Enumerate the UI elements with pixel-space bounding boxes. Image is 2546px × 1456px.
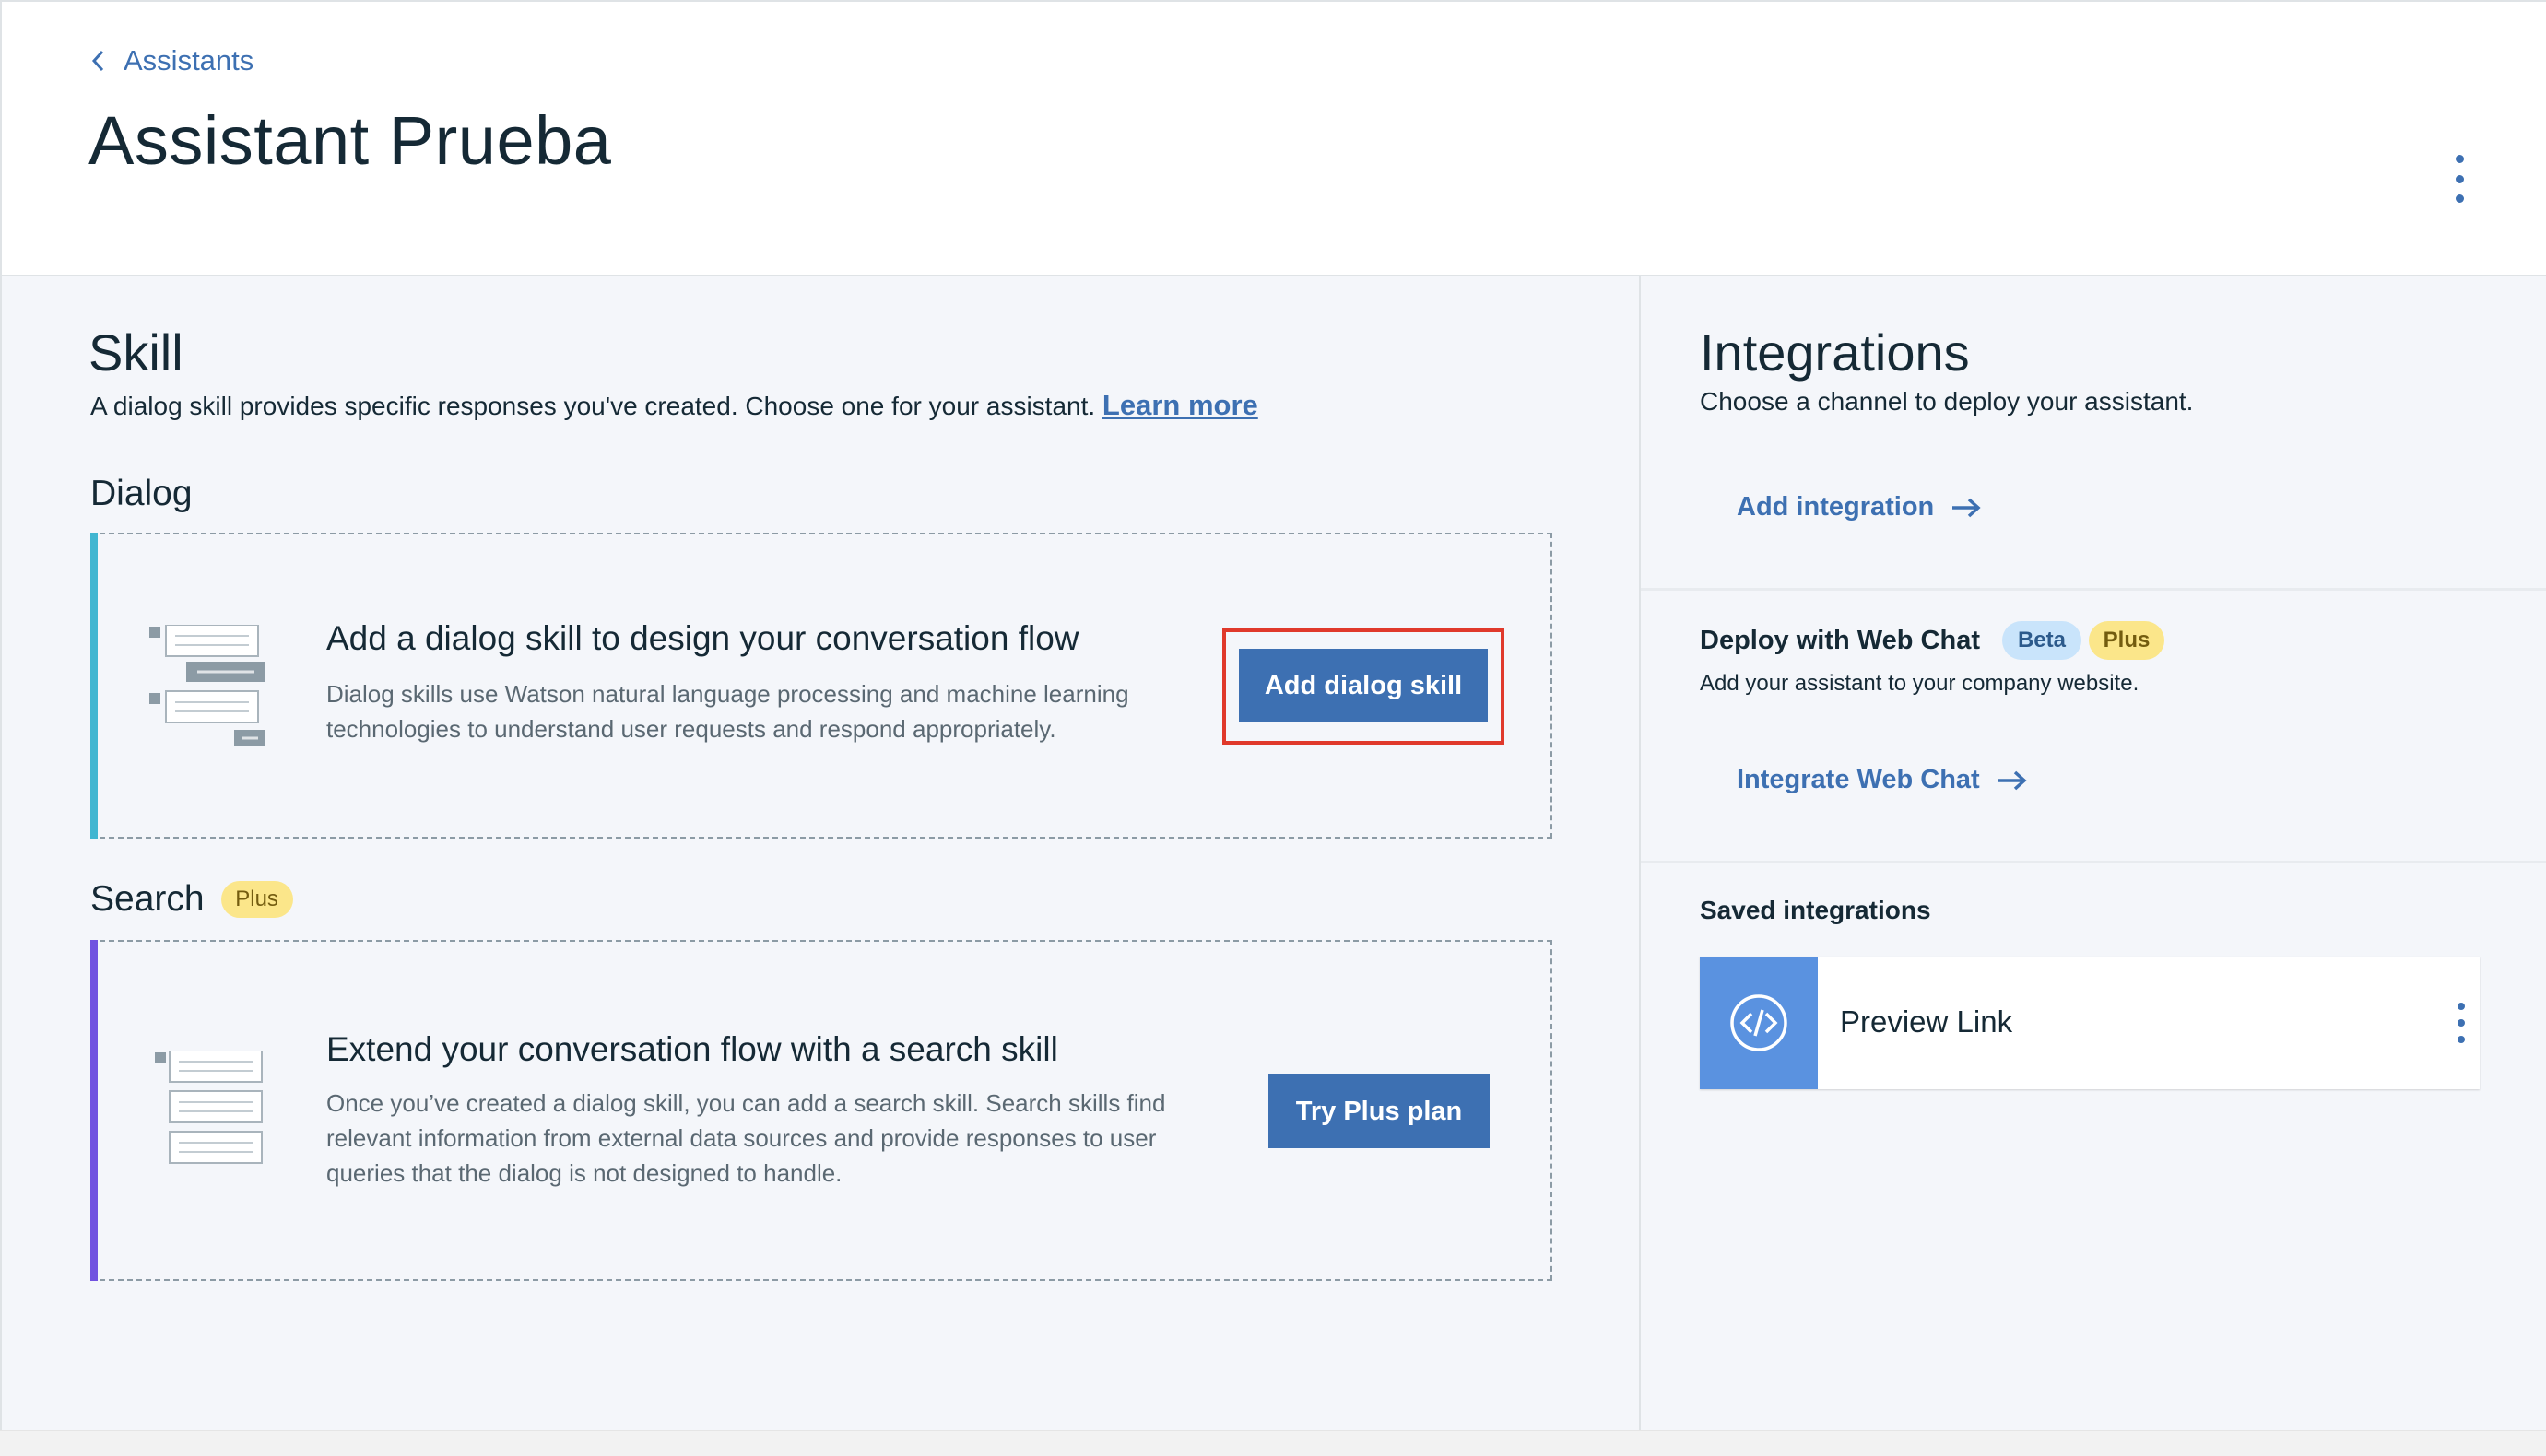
try-plus-plan-button[interactable]: Try Plus plan — [1268, 1074, 1490, 1148]
search-card-text: Once you’ve created a dialog skill, you … — [326, 1089, 1166, 1187]
divider — [1641, 861, 2546, 863]
integrations-panel: Integrations Choose a channel to deploy … — [1639, 276, 2546, 1430]
saved-integration-card[interactable]: Preview Link — [1700, 957, 2480, 1089]
overflow-menu-icon[interactable] — [2448, 155, 2470, 203]
breadcrumb-label: Assistants — [124, 44, 254, 76]
dialog-flow-icon — [149, 625, 265, 746]
code-icon — [1730, 994, 1787, 1051]
preview-link-icon-box — [1700, 957, 1818, 1089]
dialog-accent-bar — [90, 533, 98, 839]
saved-integration-name: Preview Link — [1840, 1004, 2013, 1039]
dialog-skill-card: Add a dialog skill to design your conver… — [90, 533, 1552, 839]
dialog-section-label: Dialog — [90, 474, 193, 513]
integrate-web-chat-link[interactable]: Integrate Web Chat — [1737, 765, 2028, 795]
web-chat-description: Add your assistant to your company websi… — [1700, 671, 2139, 696]
overflow-menu-icon[interactable] — [2452, 1003, 2470, 1043]
arrow-right-icon — [1998, 770, 2027, 790]
skill-description-text: A dialog skill provides specific respons… — [90, 392, 1096, 420]
search-section-label: Search Plus — [90, 879, 293, 920]
skill-panel: Skill A dialog skill provides specific r… — [0, 276, 1639, 1430]
web-chat-heading: Deploy with Web Chat Beta Plus — [1700, 621, 2164, 660]
skill-description: A dialog skill provides specific respons… — [90, 389, 1258, 422]
page-title: Assistant Prueba — [88, 102, 612, 179]
add-integration-label: Add integration — [1737, 492, 1935, 522]
breadcrumb-assistants[interactable]: Assistants — [90, 44, 253, 77]
chevron-left-icon — [91, 50, 104, 72]
dialog-card-text: Dialog skills use Watson natural languag… — [326, 680, 1129, 743]
saved-integrations-title: Saved integrations — [1700, 896, 1931, 924]
add-integration-link[interactable]: Add integration — [1737, 492, 1982, 523]
search-section-text: Search — [90, 879, 205, 919]
footer-strip — [0, 1430, 2546, 1456]
assistant-page: Assistants Assistant Prueba Skill A dial… — [0, 0, 2546, 1456]
integrations-title: Integrations — [1700, 323, 1970, 382]
page-header: Assistants Assistant Prueba — [0, 0, 2546, 276]
integrate-web-chat-label: Integrate Web Chat — [1737, 765, 1980, 794]
search-card-heading: Extend your conversation flow with a sea… — [326, 1030, 1058, 1068]
divider — [1641, 588, 2546, 591]
dialog-card-heading: Add a dialog skill to design your conver… — [326, 619, 1079, 657]
skill-title: Skill — [88, 323, 183, 382]
arrow-right-icon — [1952, 498, 1981, 517]
add-dialog-skill-button[interactable]: Add dialog skill — [1239, 649, 1488, 722]
plus-tag: Plus — [220, 881, 293, 918]
plus-tag: Plus — [2088, 621, 2164, 660]
search-results-icon — [155, 1051, 263, 1164]
integrations-description: Choose a channel to deploy your assistan… — [1700, 387, 2194, 416]
learn-more-link[interactable]: Learn more — [1102, 389, 1258, 421]
web-chat-title: Deploy with Web Chat — [1700, 625, 1980, 655]
beta-tag: Beta — [2001, 621, 2081, 660]
search-skill-card: Extend your conversation flow with a sea… — [90, 940, 1552, 1281]
search-accent-bar — [90, 940, 98, 1281]
